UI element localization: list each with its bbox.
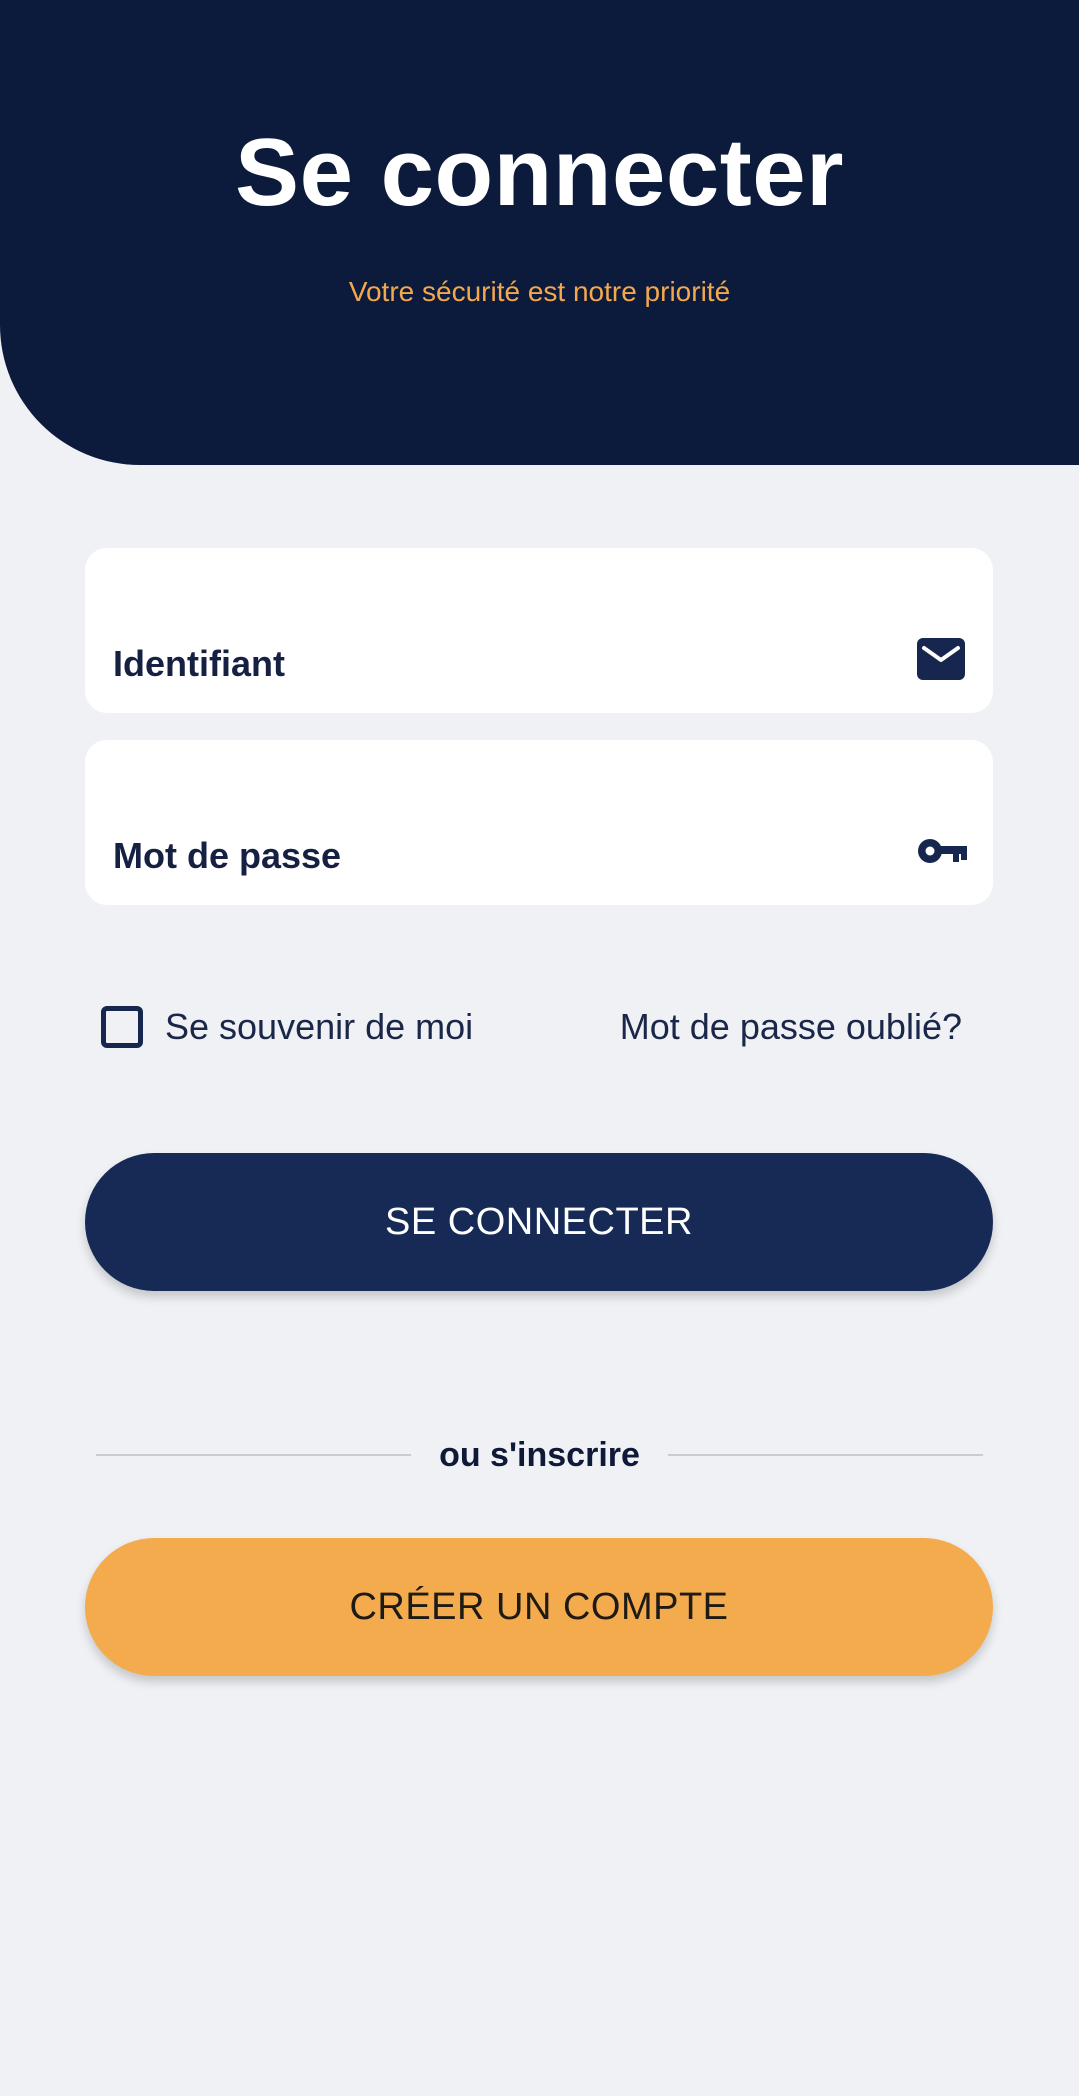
remember-me[interactable]: Se souvenir de moi <box>101 1006 473 1048</box>
create-account-button[interactable]: CRÉER UN COMPTE <box>85 1538 993 1676</box>
remember-checkbox[interactable] <box>101 1006 143 1048</box>
password-field[interactable]: Mot de passe <box>85 740 993 905</box>
divider-label: ou s'inscrire <box>439 1435 640 1474</box>
login-button[interactable]: SE CONNECTER <box>85 1153 993 1291</box>
signup-divider: ou s'inscrire <box>96 1433 983 1477</box>
divider-line-left <box>96 1454 412 1456</box>
key-icon <box>917 830 967 872</box>
username-field[interactable]: Identifiant <box>85 548 993 713</box>
header-banner: Se connecter Votre sécurité est notre pr… <box>0 0 1079 465</box>
mail-icon <box>917 638 965 680</box>
remember-label: Se souvenir de moi <box>165 1006 474 1047</box>
page-subtitle: Votre sécurité est notre priorité <box>348 276 731 307</box>
divider-line-right <box>667 1454 983 1456</box>
username-label: Identifiant <box>113 643 285 684</box>
forgot-password-link[interactable]: Mot de passe oublié? <box>620 1006 962 1048</box>
page-title: Se connecter <box>235 119 844 226</box>
password-label: Mot de passe <box>113 835 342 876</box>
